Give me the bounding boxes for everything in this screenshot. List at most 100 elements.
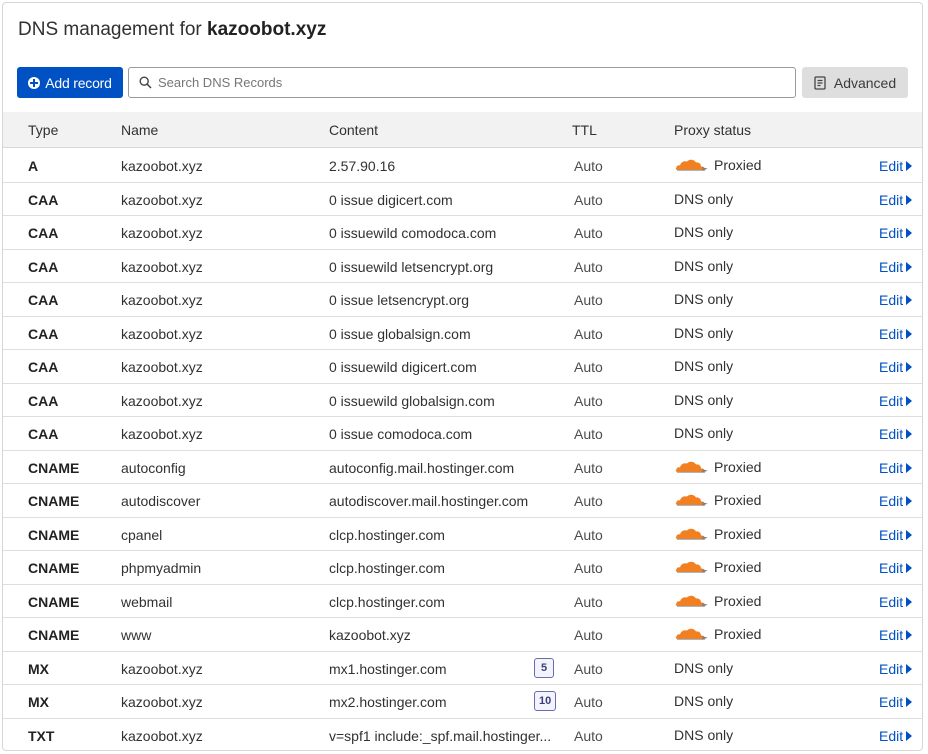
caret-right-icon xyxy=(906,496,913,506)
record-content: 0 issuewild globalsign.com xyxy=(329,392,495,409)
table-row[interactable]: CAA kazoobot.xyz 0 issuewild digicert.com A… xyxy=(3,350,922,384)
edit-record-link[interactable]: Edit xyxy=(879,426,913,442)
record-ttl: Auto xyxy=(574,191,603,208)
table-row[interactable]: CAA kazoobot.xyz 0 issue digicert.com Auto D… xyxy=(3,183,922,216)
record-ttl: Auto xyxy=(574,627,603,643)
column-header-ttl[interactable]: TTL xyxy=(572,122,597,138)
edit-record-link[interactable]: Edit xyxy=(879,593,913,610)
record-content: clcp.hostinger.com xyxy=(329,526,445,543)
column-header-name[interactable]: Name xyxy=(121,122,158,138)
caret-right-icon xyxy=(906,596,913,607)
edit-record-link[interactable]: Edit xyxy=(879,694,913,710)
caret-right-icon xyxy=(906,462,913,473)
edit-record-link[interactable]: Edit xyxy=(879,393,913,409)
record-type: CNAME xyxy=(28,493,80,509)
edit-record-link[interactable]: Edit xyxy=(879,728,913,744)
table-row[interactable]: TXT kazoobot.xyz v=spf1 include:_spf.mail.… xyxy=(3,719,922,751)
caret-right-icon xyxy=(906,328,913,339)
record-content: 0 issue comodoca.com xyxy=(329,426,473,442)
table-row[interactable]: CNAME www kazoobot.xyz Auto Proxied Edit xyxy=(3,618,922,652)
edit-record-link[interactable]: Edit xyxy=(879,192,913,208)
table-row[interactable]: CNAME webmail clcp.hostinger.com Auto Proxie… xyxy=(3,585,922,618)
record-name: kazoobot.xyz xyxy=(121,225,203,241)
add-record-button[interactable]: Add record xyxy=(17,67,123,98)
record-type: CAA xyxy=(28,325,59,342)
edit-record-link[interactable]: Edit xyxy=(879,359,913,375)
caret-right-icon xyxy=(906,362,913,372)
edit-record-link[interactable]: Edit xyxy=(879,560,913,576)
record-type: CAA xyxy=(28,258,59,275)
table-row[interactable]: CAA kazoobot.xyz 0 issuewild globalsign.co… xyxy=(3,384,922,417)
record-type: CAA xyxy=(28,191,59,208)
record-type: CNAME xyxy=(28,459,80,476)
edit-record-link[interactable]: Edit xyxy=(879,527,913,543)
proxy-status-label: Proxied xyxy=(714,157,762,173)
edit-record-link[interactable]: Edit xyxy=(879,326,913,342)
edit-record-link[interactable]: Edit xyxy=(879,225,913,241)
table-row[interactable]: CNAME phpmyadmin clcp.hostinger.com Auto Pro… xyxy=(3,551,922,585)
record-content: 0 issue digicert.com xyxy=(329,191,453,208)
table-row[interactable]: MX kazoobot.xyz mx2.hostinger.com 10 Auto DNS… xyxy=(3,685,922,719)
table-row[interactable]: CAA kazoobot.xyz 0 issue comodoca.com Auto D… xyxy=(3,417,922,451)
edit-label: Edit xyxy=(879,258,904,275)
proxied-cloud-icon xyxy=(674,560,708,574)
record-content: 0 issuewild letsencrypt.org xyxy=(329,258,494,275)
table-row[interactable]: CAA kazoobot.xyz 0 issue globalsign.com Aut… xyxy=(3,317,922,350)
record-ttl: Auto xyxy=(574,593,603,610)
record-content: kazoobot.xyz xyxy=(329,627,411,643)
record-proxy-status: Proxied xyxy=(674,492,761,508)
record-ttl: Auto xyxy=(574,560,603,576)
edit-label: Edit xyxy=(879,459,904,476)
edit-label: Edit xyxy=(879,158,904,174)
record-name: phpmyadmin xyxy=(121,560,202,576)
record-ttl: Auto xyxy=(574,459,603,476)
column-header-proxy-status[interactable]: Proxy status xyxy=(674,122,751,138)
column-header-content[interactable]: Content xyxy=(329,122,378,138)
record-type: CNAME xyxy=(28,526,80,543)
proxy-status-label: DNS only xyxy=(674,358,734,374)
caret-right-icon xyxy=(906,697,913,707)
record-type: TXT xyxy=(28,727,55,744)
table-row[interactable]: CAA kazoobot.xyz 0 issuewild letsencrypt.o… xyxy=(3,250,922,283)
table-row[interactable]: MX kazoobot.xyz mx1.hostinger.com 5 Auto DNS … xyxy=(3,652,922,685)
advanced-button[interactable]: Advanced xyxy=(802,67,908,98)
edit-record-link[interactable]: Edit xyxy=(879,627,913,643)
page-title-prefix: DNS management for xyxy=(18,19,202,40)
column-header-type[interactable]: Type xyxy=(28,122,58,138)
search-input[interactable] xyxy=(158,75,758,90)
proxied-cloud-icon xyxy=(674,527,708,541)
record-proxy-status: Proxied xyxy=(674,157,761,173)
record-proxy-status: Proxied xyxy=(674,559,761,575)
table-row[interactable]: CNAME autoconfig autoconfig.mail.hostinger… xyxy=(3,451,922,484)
edit-label: Edit xyxy=(879,560,904,576)
record-name: kazoobot.xyz xyxy=(121,426,203,442)
edit-record-link[interactable]: Edit xyxy=(879,459,913,476)
record-proxy-status: DNS only xyxy=(674,425,733,441)
caret-right-icon xyxy=(906,563,913,573)
table-row[interactable]: CAA kazoobot.xyz 0 issue letsencrypt.org Au… xyxy=(3,283,922,317)
record-proxy-status: DNS only xyxy=(674,224,733,240)
table-row[interactable]: Akazoobot.xyz 2.57.90.16 Auto Proxied Edit xyxy=(3,149,922,183)
edit-label: Edit xyxy=(879,426,904,442)
record-proxy-status: DNS only xyxy=(674,191,733,207)
record-ttl: Auto xyxy=(574,158,603,174)
edit-record-link[interactable]: Edit xyxy=(879,661,913,677)
record-proxy-status: DNS only xyxy=(674,392,733,408)
record-proxy-status: DNS only xyxy=(674,258,733,274)
edit-record-link[interactable]: Edit xyxy=(879,292,913,308)
caret-right-icon xyxy=(906,194,913,205)
search-box[interactable] xyxy=(128,67,796,98)
record-content: 2.57.90.16 xyxy=(329,158,396,174)
edit-record-link[interactable]: Edit xyxy=(879,493,913,509)
record-type: CNAME xyxy=(28,627,80,643)
table-row[interactable]: CNAME autodiscover autodiscover.mail.hosti… xyxy=(3,484,922,518)
table-row[interactable]: CNAME cpanel clcp.hostinger.com Auto Proxied… xyxy=(3,518,922,551)
edit-label: Edit xyxy=(879,593,904,610)
record-content: mx2.hostinger.com xyxy=(329,694,447,710)
record-name: www xyxy=(121,627,152,643)
edit-record-link[interactable]: Edit xyxy=(879,258,913,275)
table-row[interactable]: CAA kazoobot.xyz 0 issuewild comodoca.com A… xyxy=(3,216,922,250)
edit-record-link[interactable]: Edit xyxy=(879,158,913,174)
record-type: A xyxy=(28,158,39,174)
record-name: kazoobot.xyz xyxy=(121,392,203,409)
